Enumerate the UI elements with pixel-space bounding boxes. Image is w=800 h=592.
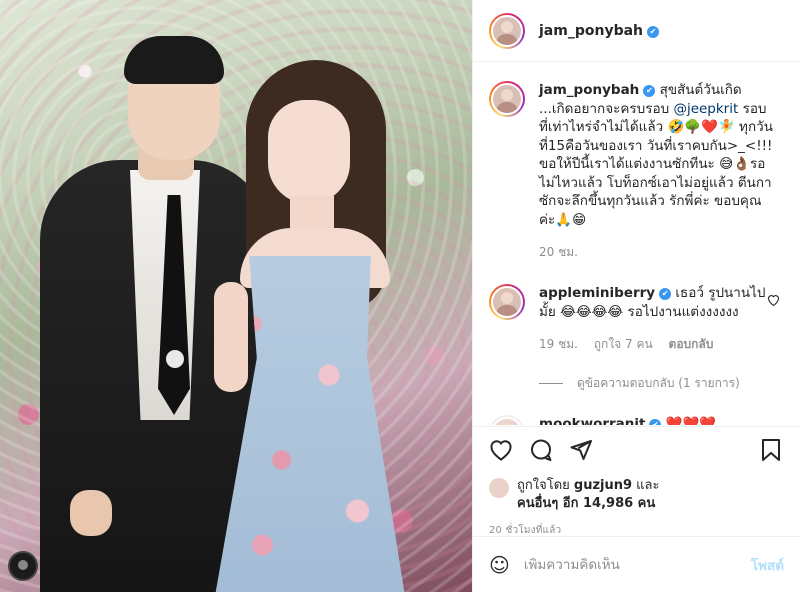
view-replies-button[interactable]: ดูข้อความตอบกลับ (1 รายการ) xyxy=(539,374,784,393)
comment-username[interactable]: mookworranit xyxy=(539,416,645,425)
comment-meta: 19 ชม. ถูกใจ 7 คน ตอบกลับ xyxy=(539,335,784,354)
action-icons xyxy=(489,437,784,467)
caption-meta: 20 ชม. xyxy=(539,243,784,262)
caption-username[interactable]: jam_ponybah xyxy=(539,82,639,98)
heart-icon[interactable] xyxy=(489,439,529,465)
likes-prefix: ถูกใจโดย xyxy=(517,478,574,493)
comments-list[interactable]: jam_ponybah ✔ สุขสันต์วันเกิด ...เกิดอยาก… xyxy=(473,63,800,425)
post-panel: jam_ponybah ✔ jam_ponybah ✔ สุขสันต์วันเกิ… xyxy=(472,0,800,592)
post-actions: ถูกใจโดย guzjun9 และ คนอื่นๆ อีก 14,986 … xyxy=(473,426,800,538)
caption: jam_ponybah ✔ สุขสันต์วันเกิด ...เกิดอยาก… xyxy=(489,81,784,229)
likes-others[interactable]: คนอื่นๆ อีก 14,986 คน xyxy=(517,496,655,511)
comment-item: appleminiberry ✔ เธอว์ รูปนานไปมั้ย 😂😂😂😂 … xyxy=(489,284,784,321)
liker-username[interactable]: guzjun9 xyxy=(574,478,632,493)
verified-badge-icon: ✔ xyxy=(659,288,672,300)
post-header: jam_ponybah ✔ xyxy=(473,0,800,62)
comment-username[interactable]: appleminiberry xyxy=(539,285,655,301)
liker-avatar[interactable] xyxy=(489,478,509,498)
woman-arm xyxy=(214,282,248,392)
comment-body: ❤️❤️❤️ xyxy=(661,416,717,425)
man-hand xyxy=(70,490,112,536)
comment-item: mookworranit ✔ ❤️❤️❤️ xyxy=(489,415,784,425)
comment-likes[interactable]: ถูกใจ 7 คน xyxy=(594,337,653,351)
comment-text: mookworranit ✔ ❤️❤️❤️ xyxy=(539,415,775,425)
comment-text: appleminiberry ✔ เธอว์ รูปนานไปมั้ย 😂😂😂😂 … xyxy=(539,284,775,321)
view-replies-label[interactable]: ดูข้อความตอบกลับ (1 รายการ) xyxy=(577,374,740,393)
caption-mention-link[interactable]: @jeepkrit xyxy=(673,101,738,117)
likes-text: ถูกใจโดย guzjun9 และ คนอื่นๆ อีก 14,986 … xyxy=(517,477,660,513)
verified-badge-icon: ✔ xyxy=(647,25,660,38)
caption-avatar[interactable] xyxy=(489,81,525,117)
replies-divider xyxy=(539,383,563,384)
author-avatar[interactable] xyxy=(489,12,525,49)
emoji-icon[interactable]: ☺ xyxy=(489,553,510,577)
send-icon[interactable] xyxy=(569,438,609,466)
caption-text: jam_ponybah ✔ สุขสันต์วันเกิด ...เกิดอยาก… xyxy=(539,81,775,229)
bookmark-icon[interactable] xyxy=(760,438,784,466)
author-username-text[interactable]: jam_ponybah xyxy=(539,23,643,39)
comment-icon[interactable] xyxy=(529,438,569,466)
author-username[interactable]: jam_ponybah ✔ xyxy=(539,23,660,39)
add-comment-bar: ☺ โพสต์ xyxy=(473,536,800,592)
post-photo[interactable] xyxy=(0,0,472,592)
comment-input[interactable] xyxy=(523,556,751,573)
likes-middle: และ xyxy=(632,478,660,493)
man-hair xyxy=(124,36,224,84)
comment-reply-button[interactable]: ตอบกลับ xyxy=(669,337,714,351)
tie-skull xyxy=(166,350,184,368)
verified-badge-icon: ✔ xyxy=(649,419,662,425)
caption-body-2: รอบที่เท่าไหร่จำไม่ได้แล้ว 🤣🌳❤️🧚 ทุกวันท… xyxy=(539,100,773,228)
comment-time[interactable]: 19 ชม. xyxy=(539,337,578,351)
comment-like-heart-icon[interactable] xyxy=(767,294,780,310)
likes-summary: ถูกใจโดย guzjun9 และ คนอื่นๆ อีก 14,986 … xyxy=(489,477,784,513)
tag-avatar-icon[interactable] xyxy=(8,551,38,581)
caption-time[interactable]: 20 ชม. xyxy=(539,245,578,259)
woman-face xyxy=(268,100,350,204)
post-comment-button[interactable]: โพสต์ xyxy=(751,554,784,576)
comment-avatar[interactable] xyxy=(489,284,525,320)
verified-badge-icon: ✔ xyxy=(643,85,656,97)
comment-avatar[interactable] xyxy=(489,415,525,425)
